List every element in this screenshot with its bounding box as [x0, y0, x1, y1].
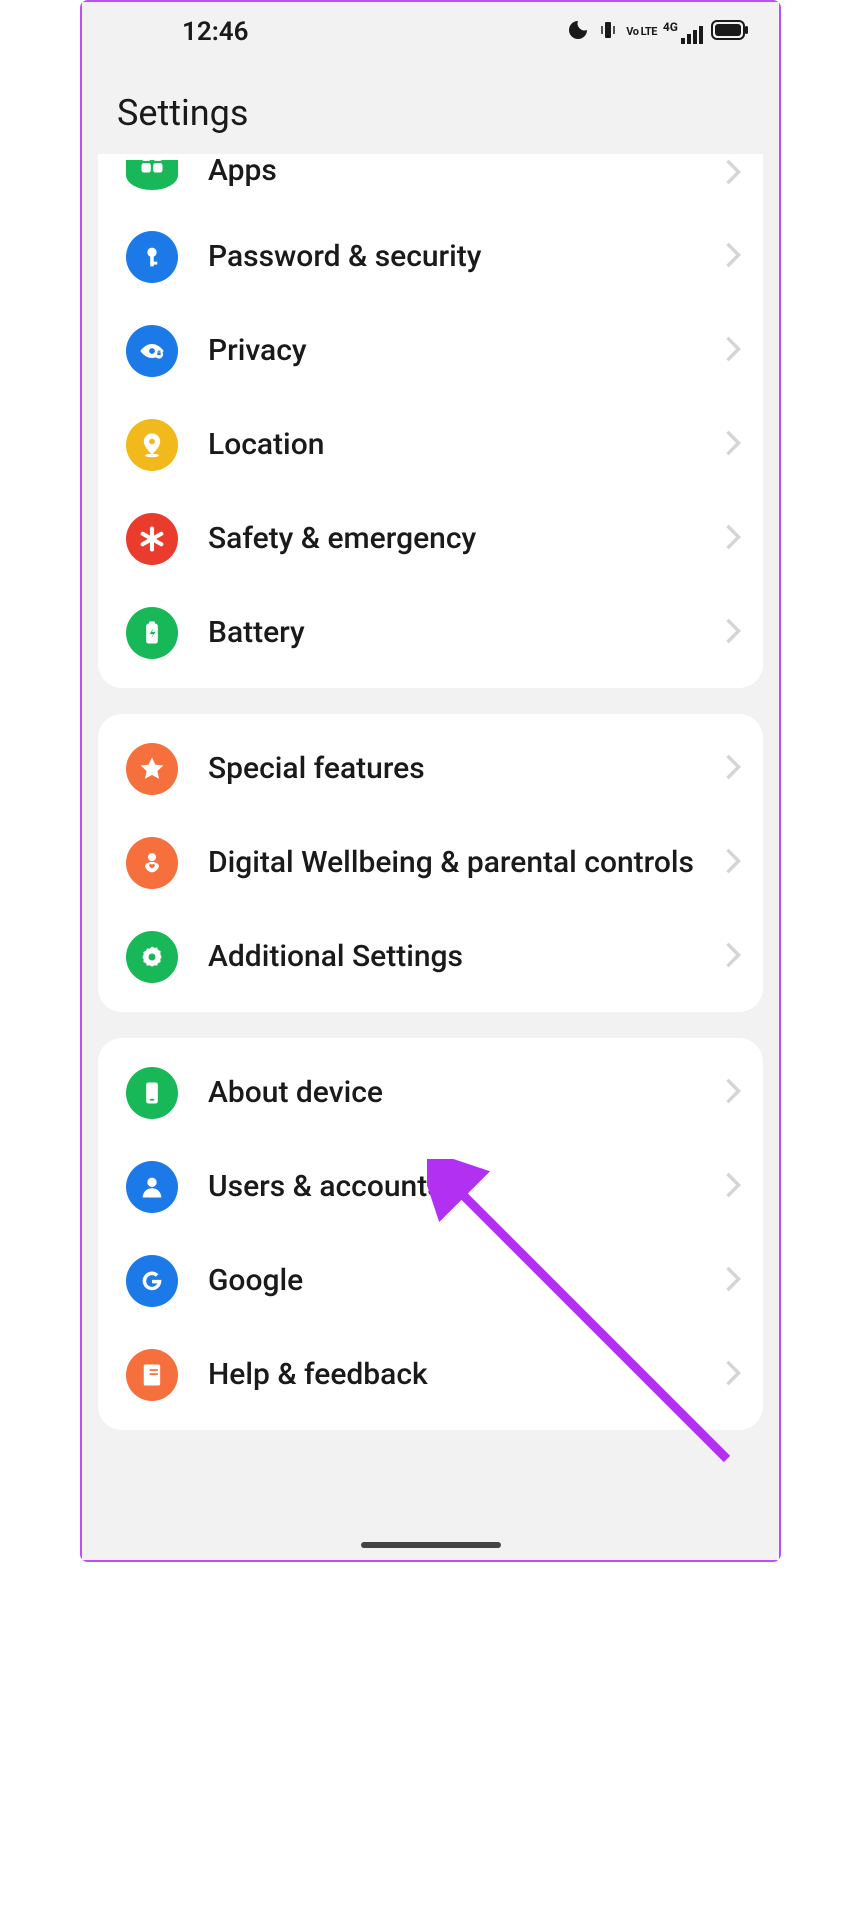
chevron-right-icon: [723, 941, 743, 973]
book-icon: [126, 1349, 178, 1401]
key-icon: [126, 231, 178, 283]
eye-icon: [126, 325, 178, 377]
settings-item-apps[interactable]: Apps: [98, 154, 763, 210]
item-label: Google: [208, 1262, 723, 1300]
network-icon: 4G: [663, 20, 705, 44]
google-icon: [126, 1255, 178, 1307]
location-icon: [126, 419, 178, 471]
nav-bar: [82, 1530, 779, 1560]
chevron-right-icon: [723, 241, 743, 273]
status-time: 12:46: [182, 17, 249, 47]
settings-group-features: Special features Digital Wellbeing & par…: [98, 714, 763, 1012]
chevron-right-icon: [723, 753, 743, 785]
chevron-right-icon: [723, 429, 743, 461]
item-label: Users & accounts: [208, 1168, 723, 1206]
settings-item-battery[interactable]: Battery: [98, 586, 763, 680]
heart-person-icon: [126, 837, 178, 889]
settings-item-safety-emergency[interactable]: Safety & emergency: [98, 492, 763, 586]
volte-icon: Vo LTE: [626, 27, 657, 37]
chevron-right-icon: [723, 335, 743, 367]
settings-item-users-accounts[interactable]: Users & accounts: [98, 1140, 763, 1234]
item-label: Privacy: [208, 332, 723, 370]
gear-icon: [126, 931, 178, 983]
item-label: Battery: [208, 614, 723, 652]
battery-bolt-icon: [126, 607, 178, 659]
chevron-right-icon: [723, 1077, 743, 1109]
item-label: About device: [208, 1074, 723, 1112]
item-label: Apps: [208, 154, 723, 190]
chevron-right-icon: [723, 523, 743, 555]
asterisk-icon: [126, 513, 178, 565]
status-bar: 12:46 Vo LTE 4G: [82, 2, 779, 62]
settings-item-additional-settings[interactable]: Additional Settings: [98, 910, 763, 1004]
nav-handle[interactable]: [361, 1542, 501, 1548]
chevron-right-icon: [723, 617, 743, 649]
settings-item-password-security[interactable]: Password & security: [98, 210, 763, 304]
settings-content[interactable]: Apps Password & security Privacy: [82, 154, 779, 1530]
battery-icon: [711, 20, 749, 44]
dnd-moon-icon: [566, 18, 590, 46]
person-icon: [126, 1161, 178, 1213]
page-title: Settings: [117, 92, 749, 134]
device-icon: [126, 1067, 178, 1119]
item-label: Additional Settings: [208, 938, 723, 976]
item-label: Help & feedback: [208, 1356, 723, 1394]
page-header: Settings: [82, 62, 779, 154]
settings-item-privacy[interactable]: Privacy: [98, 304, 763, 398]
settings-item-location[interactable]: Location: [98, 398, 763, 492]
settings-item-google[interactable]: Google: [98, 1234, 763, 1328]
chevron-right-icon: [723, 1265, 743, 1297]
chevron-right-icon: [723, 158, 743, 190]
apps-icon: [126, 160, 178, 190]
star-icon: [126, 743, 178, 795]
vibrate-icon: [596, 18, 620, 46]
device-frame: 12:46 Vo LTE 4G Settings: [82, 2, 779, 1560]
settings-group-about: About device Users & accounts Google: [98, 1038, 763, 1430]
item-label: Digital Wellbeing & parental controls: [208, 844, 723, 882]
settings-item-special-features[interactable]: Special features: [98, 722, 763, 816]
chevron-right-icon: [723, 847, 743, 879]
item-label: Special features: [208, 750, 723, 788]
chevron-right-icon: [723, 1359, 743, 1391]
settings-group-security: Apps Password & security Privacy: [98, 154, 763, 688]
settings-item-about-device[interactable]: About device: [98, 1046, 763, 1140]
item-label: Password & security: [208, 238, 723, 276]
settings-item-help-feedback[interactable]: Help & feedback: [98, 1328, 763, 1422]
chevron-right-icon: [723, 1171, 743, 1203]
status-icons: Vo LTE 4G: [566, 18, 749, 46]
settings-item-digital-wellbeing[interactable]: Digital Wellbeing & parental controls: [98, 816, 763, 910]
item-label: Location: [208, 426, 723, 464]
item-label: Safety & emergency: [208, 520, 723, 558]
